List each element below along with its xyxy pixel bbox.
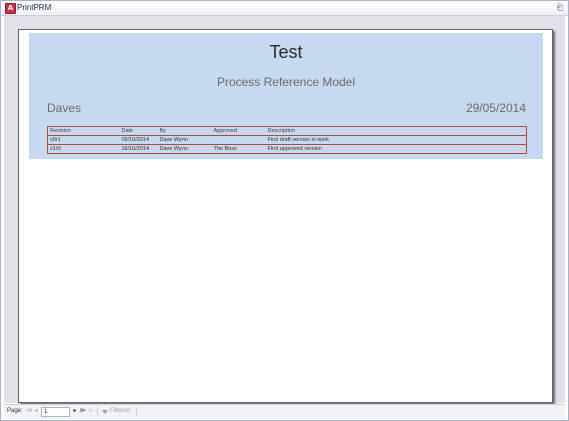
status-separator <box>97 407 98 416</box>
cell-by: Dave Wynn <box>157 135 212 145</box>
report-page: Test Process Reference Model Daves 29/05… <box>18 29 553 403</box>
cell-revision: v1r0 <box>47 144 120 154</box>
column-header-approved: Approved <box>211 126 266 136</box>
new-record-icon[interactable]: ▹ <box>88 407 94 415</box>
report-header: Test Process Reference Model Daves 29/05… <box>29 33 543 159</box>
table-row: v1r0 16/10/2014 Dave Wynn The Boss First… <box>47 144 527 154</box>
cell-date: 16/10/2014 <box>119 144 158 154</box>
page-number-input[interactable]: 1 <box>41 407 70 417</box>
table-row: v0r1 09/10/2014 Dave Wynn First draft ve… <box>47 135 527 145</box>
cell-date: 09/10/2014 <box>119 135 158 145</box>
page-label: Page: <box>7 408 23 414</box>
next-page-icon[interactable]: ▸ <box>72 407 78 415</box>
filter-toggle[interactable]: Filtered <box>102 407 130 416</box>
print-preview-window: A PrintPRM ⎗ Test Process Reference Mode… <box>0 0 569 421</box>
column-header-by: By <box>157 126 212 136</box>
status-separator <box>136 407 137 416</box>
column-header-description: Description <box>265 126 527 136</box>
restore-window-icon[interactable]: ⎗ <box>557 2 563 14</box>
previous-page-icon[interactable]: ◂ <box>33 407 39 415</box>
first-page-icon[interactable]: ⧏ <box>26 407 32 415</box>
report-title: Test <box>269 42 303 62</box>
report-subtitle: Process Reference Model <box>216 75 356 89</box>
filter-label: Filtered <box>110 408 131 414</box>
revision-table: Revision Date By Approved Description v0… <box>47 126 527 154</box>
column-header-date: Date <box>119 126 158 136</box>
filter-icon <box>102 409 108 414</box>
record-navigation-bar: Page: ⧏ ◂ 1 ▸ ⧐ ▹ Filtered <box>4 404 565 419</box>
title-bar: A PrintPRM ⎗ <box>1 1 568 16</box>
cell-description: First draft version in work <box>265 135 527 145</box>
report-date: 29/05/2014 <box>465 101 526 115</box>
revision-header-row: Revision Date By Approved Description <box>47 126 527 136</box>
last-page-icon[interactable]: ⧐ <box>80 407 86 415</box>
column-header-revision: Revision <box>47 126 120 136</box>
report-author: Daves <box>47 101 82 115</box>
window-title: PrintPRM <box>17 3 52 12</box>
cell-by: Dave Wynn <box>157 144 212 154</box>
preview-workspace: Test Process Reference Model Daves 29/05… <box>4 16 565 403</box>
cell-revision: v0r1 <box>47 135 120 145</box>
cell-description: First approved version <box>265 144 527 154</box>
access-app-icon: A <box>5 3 16 14</box>
cell-approved <box>211 135 266 145</box>
cell-approved: The Boss <box>211 144 266 154</box>
